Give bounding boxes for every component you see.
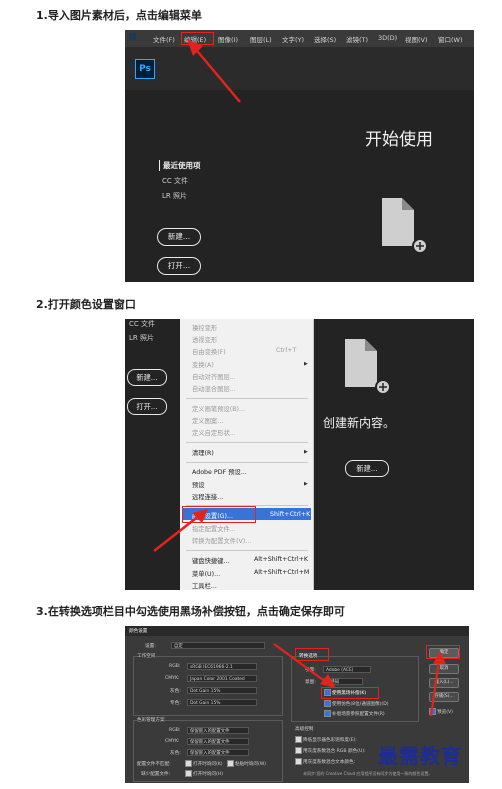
new-document-icon	[345, 339, 391, 395]
menu-separator	[186, 442, 308, 443]
menu-item-purge[interactable]: 清理(R)	[192, 448, 214, 457]
cm-rgb-select[interactable]: 保留嵌入的配置文件	[187, 727, 249, 734]
menu-select[interactable]: 选择(S)	[314, 34, 336, 44]
step-1-heading: 1.导入图片素材后，点击编辑菜单	[36, 9, 202, 22]
sidebar-item-cc-files[interactable]: CC 文件	[129, 319, 155, 329]
menu-item-auto-blend[interactable]: 自动混合图层...	[192, 384, 236, 393]
ws-cmyk-label: CMYK:	[165, 676, 180, 681]
pointer-arrow-4	[429, 651, 446, 717]
submenu-arrow-icon: ▶	[304, 361, 308, 367]
cm-gray-select[interactable]: 保留嵌入的配置文件	[187, 749, 249, 756]
menu-item-pdf-presets[interactable]: Adobe PDF 预设...	[192, 467, 247, 476]
blend-text-label: 用灰度系数混合文本颜色:	[303, 760, 356, 765]
menu-file[interactable]: 文件(F)	[153, 34, 175, 44]
menu-view[interactable]: 视图(V)	[405, 34, 428, 44]
menu-item-free-transform[interactable]: 自由变换(F) Ctrl+T	[192, 347, 296, 356]
cm-cmyk-label: CMYK:	[165, 739, 180, 744]
working-spaces-title: 工作空间	[137, 653, 156, 659]
top-band	[125, 47, 474, 90]
settings-label: 设置:	[145, 644, 156, 649]
sidebar-item-lr-photos[interactable]: LR 照片	[129, 333, 154, 343]
ask-paste-checkbox[interactable]	[227, 760, 234, 767]
menu-item-presets[interactable]: 预设	[192, 480, 205, 489]
menu-separator	[186, 462, 308, 463]
menu-item-keyboard-shortcuts[interactable]: 键盘快捷键... Alt+Shift+Ctrl+K	[192, 556, 308, 565]
blend-text-checkbox[interactable]	[295, 758, 302, 765]
missing-profiles-label: 缺少配置文件:	[141, 772, 171, 777]
dialog-title: 颜色设置	[129, 629, 148, 634]
submenu-arrow-icon: ▶	[304, 449, 308, 455]
blend-rgb-checkbox[interactable]	[295, 747, 302, 754]
cm-rgb-label: RGB:	[169, 728, 181, 733]
desaturate-checkbox[interactable]	[295, 736, 302, 743]
ask-open2-label: 打开时询问(H)	[193, 772, 224, 777]
app-icon	[129, 33, 136, 40]
step-3-heading: 3.在转换选项栏目中勾选使用黑场补偿按钮，点击确定保存即可	[36, 605, 345, 618]
open-button[interactable]: 打开...	[127, 398, 167, 415]
submenu-arrow-icon: ▶	[304, 481, 308, 487]
menu-item-define-pattern[interactable]: 定义图案...	[192, 416, 223, 425]
profile-mismatch-label: 配置文件不匹配:	[137, 762, 171, 767]
sidebar-item-cc-files[interactable]: CC 文件	[162, 176, 188, 186]
compensate-checkbox[interactable]	[324, 710, 331, 717]
menu-item-remote-connections[interactable]: 远程连接...	[192, 492, 223, 501]
new-button[interactable]: 新建...	[157, 228, 201, 246]
pointer-arrow-3	[273, 643, 336, 688]
menu-item-menus[interactable]: 菜单(U)... Alt+Shift+Ctrl+M	[192, 569, 309, 578]
sync-info-text: 未同步:您的 Creative Cloud 应用程序没有同步为使用一致的颜色设置…	[303, 771, 433, 776]
menu-item-perspective-warp[interactable]: 透视变形	[192, 335, 217, 344]
dither-checkbox[interactable]	[324, 700, 331, 707]
settings-select[interactable]: 自定	[171, 642, 265, 649]
menubar: 文件(F) 编辑(E) 图像(I) 图层(L) 文字(Y) 选择(S) 滤镜(T…	[125, 30, 474, 47]
cm-gray-label: 灰色:	[170, 751, 181, 756]
recent-items[interactable]: 最近使用项	[159, 160, 201, 171]
ask-open-checkbox[interactable]	[185, 760, 192, 767]
menu-layer[interactable]: 图层(L)	[250, 34, 272, 44]
create-new-content-text: 创建新内容。	[323, 416, 396, 430]
new-document-icon	[382, 198, 428, 254]
pointer-arrow-1	[187, 39, 241, 103]
new-button[interactable]: 新建...	[127, 369, 167, 386]
dialog-titlebar	[125, 626, 469, 636]
ws-spot-label: 专色:	[170, 701, 181, 706]
dither-label: 使用仿色(8位/通道图像)(D)	[332, 702, 389, 707]
menu-item-define-brush[interactable]: 定义画笔预设(B)...	[192, 404, 245, 413]
ws-spot-select[interactable]: Dot Gain 15%	[187, 699, 257, 706]
ask-open2-checkbox[interactable]	[185, 770, 192, 777]
pointer-arrow-2	[153, 509, 208, 552]
menu-3d[interactable]: 3D(D)	[378, 34, 397, 42]
cm-cmyk-select[interactable]: 保留嵌入的配置文件	[187, 738, 249, 745]
ask-open-label: 打开时询问(K)	[193, 762, 223, 767]
photoshop-logo: Ps	[135, 59, 155, 79]
menu-window[interactable]: 窗口(W)	[438, 34, 463, 44]
ask-paste-label: 粘贴时询问(W)	[235, 762, 267, 767]
advanced-title: 高级控制	[295, 727, 314, 732]
menu-item-transform[interactable]: 变换(A)	[192, 360, 214, 369]
menu-item-auto-align[interactable]: 自动对齐图层...	[192, 372, 236, 381]
ws-cmyk-select[interactable]: Japan Color 2001 Coated	[187, 675, 257, 682]
ws-gray-select[interactable]: Dot Gain 15%	[187, 687, 257, 694]
step-2-heading: 2.打开颜色设置窗口	[36, 298, 136, 311]
ws-gray-label: 灰色:	[170, 689, 181, 694]
screenshot-start-screen: 文件(F) 编辑(E) 图像(I) 图层(L) 文字(Y) 选择(S) 滤镜(T…	[125, 30, 474, 282]
open-button[interactable]: 打开...	[157, 257, 201, 275]
menu-separator	[186, 398, 308, 399]
menu-item-puppet-warp[interactable]: 操控变形	[192, 323, 217, 332]
start-heading: 开始使用	[365, 130, 433, 150]
ws-rgb-label: RGB:	[169, 664, 181, 669]
desaturate-label: 降低显示器色彩饱和度(E):	[303, 738, 357, 743]
color-management-title: 色彩管理方案	[137, 717, 165, 723]
ws-rgb-select[interactable]: sRGB IEC61966-2.1	[187, 663, 257, 670]
create-new-button[interactable]: 新建...	[345, 460, 389, 477]
compensate-label: 补偿场景参照配置文件(R)	[332, 712, 385, 717]
sidebar-item-lr-photos[interactable]: LR 照片	[162, 191, 187, 201]
menu-item-define-shape[interactable]: 定义自定形状...	[192, 428, 236, 437]
watermark: 最需教育	[378, 744, 462, 768]
menu-filter[interactable]: 滤镜(T)	[346, 34, 368, 44]
menu-type[interactable]: 文字(Y)	[282, 34, 304, 44]
menu-item-toolbar[interactable]: 工具栏...	[192, 581, 217, 590]
blend-rgb-label: 用灰度系数混合 RGB 颜色(U):	[303, 749, 366, 754]
